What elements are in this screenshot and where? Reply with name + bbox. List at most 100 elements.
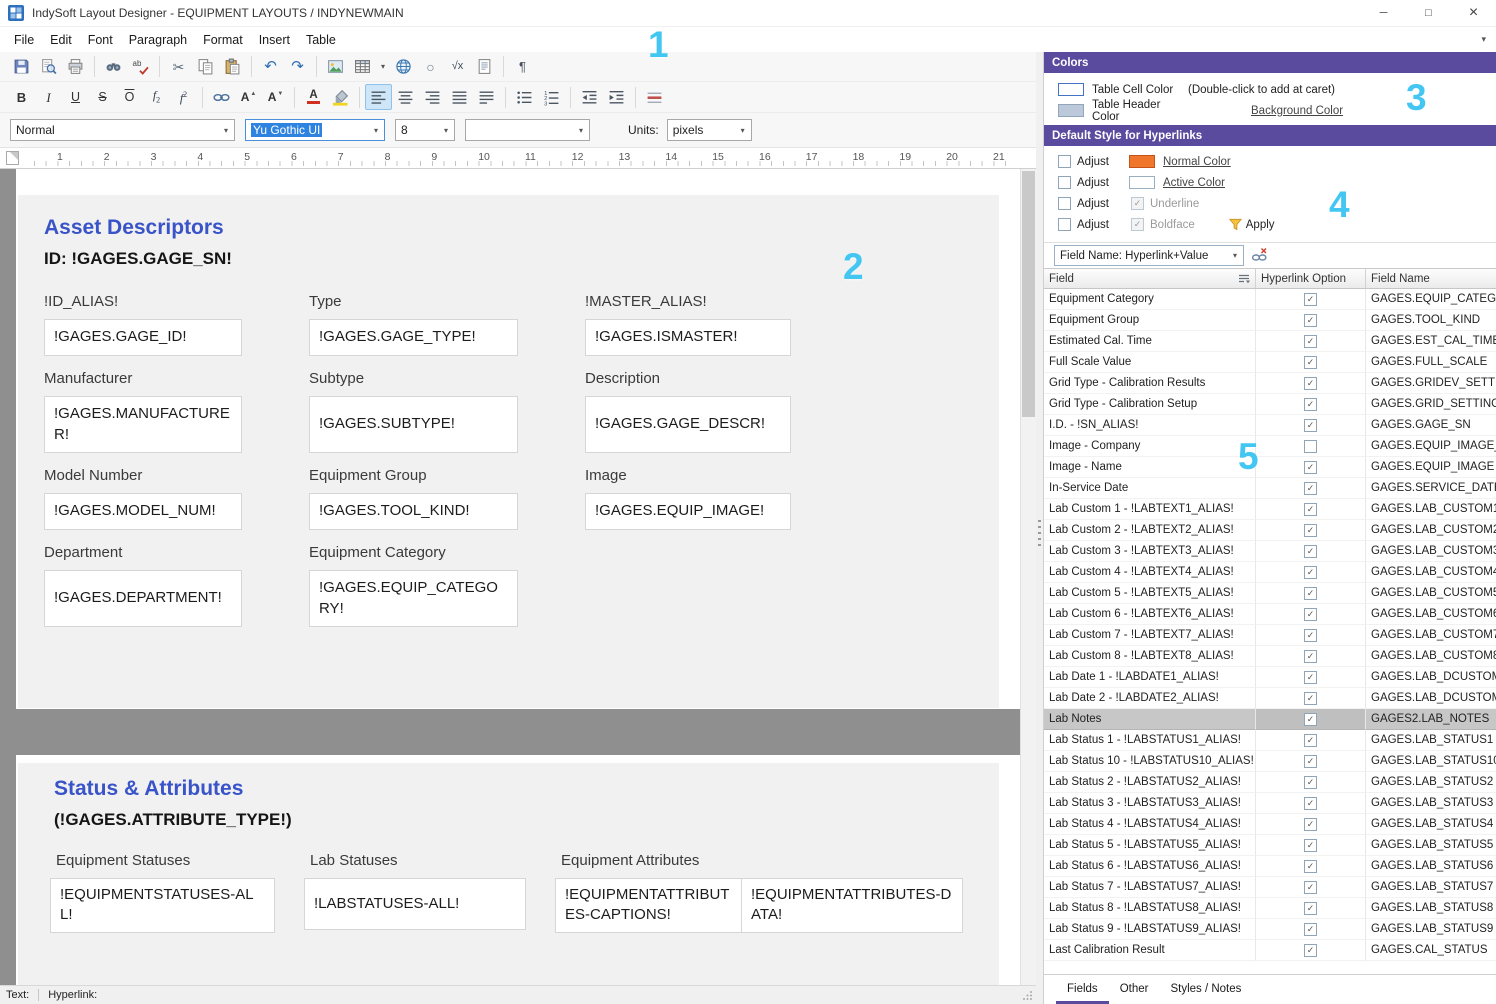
hyperlink-option-cell[interactable]: ✓: [1256, 520, 1366, 541]
copy-button[interactable]: [192, 54, 219, 80]
table-row[interactable]: Equipment Group✓GAGES.TOOL_KIND: [1044, 310, 1496, 331]
units-combobox[interactable]: pixels ▾: [667, 119, 752, 141]
hyperlink-option-checkbox[interactable]: ✓: [1304, 797, 1317, 810]
horizontal-ruler[interactable]: 123456789101112131415161718192021: [0, 148, 1036, 169]
insert-symbol-button[interactable]: ○: [417, 54, 444, 80]
hyperlink-option-checkbox[interactable]: ✓: [1304, 629, 1317, 642]
hyperlink-option-checkbox[interactable]: ✓: [1304, 881, 1317, 894]
hyperlink-option-cell[interactable]: ✓: [1256, 583, 1366, 604]
doc-field-box[interactable]: !GAGES.TOOL_KIND!: [309, 493, 518, 530]
hyperlink-option-checkbox[interactable]: ✓: [1304, 398, 1317, 411]
hyperlink-option-cell[interactable]: ✓: [1256, 499, 1366, 520]
grow-font-button[interactable]: A▲: [235, 84, 262, 110]
active-color-link[interactable]: Active Color: [1163, 177, 1225, 189]
table-row[interactable]: Full Scale Value✓GAGES.FULL_SCALE: [1044, 352, 1496, 373]
menu-item-paragraph[interactable]: Paragraph: [121, 29, 195, 51]
menu-item-font[interactable]: Font: [80, 29, 121, 51]
hyperlink-option-cell[interactable]: ✓: [1256, 478, 1366, 499]
hyperlink-option-cell[interactable]: ✓: [1256, 604, 1366, 625]
print-button[interactable]: [62, 54, 89, 80]
hyperlink-option-cell[interactable]: ✓: [1256, 394, 1366, 415]
hyperlink-option-cell[interactable]: ✓: [1256, 814, 1366, 835]
table-row[interactable]: Grid Type - Calibration Results✓GAGES.GR…: [1044, 373, 1496, 394]
hyperlink-option-checkbox[interactable]: ✓: [1304, 734, 1317, 747]
doc-field-box[interactable]: !GAGES.EQUIP_IMAGE!: [585, 493, 791, 530]
hyperlink-option-checkbox[interactable]: ✓: [1304, 545, 1317, 558]
table-row[interactable]: Lab Custom 1 - !LABTEXT1_ALIAS!✓GAGES.LA…: [1044, 499, 1496, 520]
subscript-button[interactable]: f2: [143, 84, 170, 110]
hyperlink-globe-button[interactable]: [390, 54, 417, 80]
hyperlink-option-cell[interactable]: ✓: [1256, 688, 1366, 709]
overline-button[interactable]: O: [116, 84, 143, 110]
adjust-checkbox[interactable]: [1058, 218, 1071, 231]
hyperlink-option-checkbox[interactable]: ✓: [1304, 713, 1317, 726]
hyperlink-color-swatch[interactable]: [1129, 155, 1155, 168]
doc-field-box[interactable]: !EQUIPMENTSTATUSES-ALL!: [50, 878, 275, 933]
filter-icon[interactable]: [1238, 273, 1250, 285]
doc-field-box[interactable]: !GAGES.GAGE_DESCR!: [585, 396, 791, 453]
font-size-combobox[interactable]: 8 ▾: [395, 119, 455, 141]
hyperlink-option-cell[interactable]: ✓: [1256, 352, 1366, 373]
doc-field-box[interactable]: !GAGES.GAGE_TYPE!: [309, 319, 518, 356]
hyperlink-option-checkbox[interactable]: ✓: [1304, 461, 1317, 474]
menu-item-file[interactable]: File: [6, 29, 42, 51]
hyperlink-option-cell[interactable]: ✓: [1256, 898, 1366, 919]
justify-button[interactable]: [446, 84, 473, 110]
align-center-button[interactable]: [392, 84, 419, 110]
hyperlink-option-checkbox[interactable]: ✓: [1304, 377, 1317, 390]
table-row[interactable]: Lab Date 2 - !LABDATE2_ALIAS!✓GAGES.LAB_…: [1044, 688, 1496, 709]
panel-splitter[interactable]: [1036, 52, 1043, 1004]
strikethrough-button[interactable]: S: [89, 84, 116, 110]
table-row[interactable]: Lab Status 9 - !LABSTATUS9_ALIAS!✓GAGES.…: [1044, 919, 1496, 940]
formatting-marks-button[interactable]: ¶: [509, 54, 536, 80]
tab-stop-selector[interactable]: [6, 151, 19, 165]
italic-button[interactable]: I: [35, 84, 62, 110]
tab-other[interactable]: Other: [1109, 975, 1160, 1004]
close-button[interactable]: ×: [1451, 0, 1496, 27]
undo-button[interactable]: ↶: [257, 54, 284, 80]
hyperlink-option-cell[interactable]: ✓: [1256, 919, 1366, 940]
table-row[interactable]: Lab Status 4 - !LABSTATUS4_ALIAS!✓GAGES.…: [1044, 814, 1496, 835]
hyperlink-option-cell[interactable]: ✓: [1256, 772, 1366, 793]
hyperlink-option-checkbox[interactable]: ✓: [1304, 608, 1317, 621]
hyperlink-option-checkbox[interactable]: ✓: [1304, 314, 1317, 327]
hyperlink-option-checkbox[interactable]: ✓: [1304, 524, 1317, 537]
insert-table-button[interactable]: [349, 54, 376, 80]
background-color-link[interactable]: Background Color: [1251, 105, 1343, 117]
hyperlink-option-checkbox[interactable]: ✓: [1304, 503, 1317, 516]
hyperlink-option-checkbox[interactable]: ✓: [1304, 776, 1317, 789]
hyperlink-option-cell[interactable]: ✓: [1256, 793, 1366, 814]
table-row[interactable]: Lab Date 1 - !LABDATE1_ALIAS!✓GAGES.LAB_…: [1044, 667, 1496, 688]
doc-field-box[interactable]: !GAGES.DEPARTMENT!: [44, 570, 242, 627]
hyperlink-option-cell[interactable]: ✓: [1256, 835, 1366, 856]
hyperlink-option-checkbox[interactable]: ✓: [1304, 692, 1317, 705]
hyperlink-option-cell[interactable]: ✓: [1256, 751, 1366, 772]
vertical-scrollbar[interactable]: [1020, 169, 1036, 985]
table-row[interactable]: Lab Custom 5 - !LABTEXT5_ALIAS!✓GAGES.LA…: [1044, 583, 1496, 604]
menu-item-insert[interactable]: Insert: [251, 29, 298, 51]
menu-item-table[interactable]: Table: [298, 29, 344, 51]
save-button[interactable]: [8, 54, 35, 80]
insert-image-button[interactable]: [322, 54, 349, 80]
hyperlink-option-checkbox[interactable]: ✓: [1304, 755, 1317, 768]
hyperlink-option-cell[interactable]: ✓: [1256, 562, 1366, 583]
hyperlink-option-checkbox[interactable]: ✓: [1304, 923, 1317, 936]
underline-button[interactable]: U: [62, 84, 89, 110]
hyperlink-option-checkbox[interactable]: ✓: [1304, 356, 1317, 369]
hyperlink-option-checkbox[interactable]: ✓: [1304, 839, 1317, 852]
hyperlink-option-cell[interactable]: ✓: [1256, 373, 1366, 394]
print-preview-button[interactable]: [35, 54, 62, 80]
horizontal-line-button[interactable]: [641, 84, 668, 110]
doc-field-box[interactable]: !GAGES.MODEL_NUM!: [44, 493, 242, 530]
menu-item-edit[interactable]: Edit: [42, 29, 80, 51]
hyperlink-option-checkbox[interactable]: ✓: [1304, 860, 1317, 873]
table-row[interactable]: Lab Custom 4 - !LABTEXT4_ALIAS!✓GAGES.LA…: [1044, 562, 1496, 583]
resize-grip-icon[interactable]: [1022, 990, 1033, 1001]
adjust-checkbox[interactable]: [1058, 155, 1071, 168]
font-color-button[interactable]: A: [300, 84, 327, 110]
hyperlink-option-checkbox[interactable]: ✓: [1304, 293, 1317, 306]
hyperlink-option-cell[interactable]: ✓: [1256, 667, 1366, 688]
equation-button[interactable]: √x: [444, 54, 471, 80]
maximize-button[interactable]: □: [1406, 0, 1451, 27]
table-row[interactable]: Lab Custom 6 - !LABTEXT6_ALIAS!✓GAGES.LA…: [1044, 604, 1496, 625]
